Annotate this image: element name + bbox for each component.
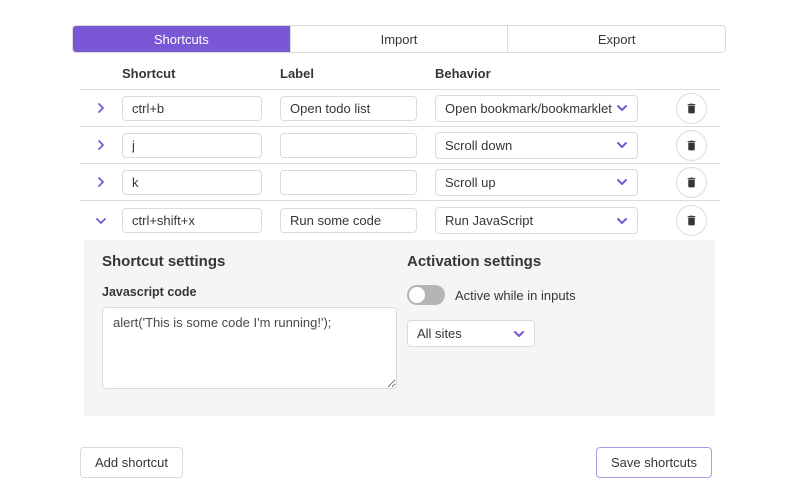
trash-icon <box>685 102 698 115</box>
sites-select[interactable]: All sites <box>407 320 535 347</box>
javascript-code-textarea[interactable]: alert('This is some code I'm running!'); <box>102 307 397 389</box>
table-header-row: Shortcut Label Behavior <box>80 53 720 90</box>
column-header-label: Label <box>280 66 435 81</box>
behavior-select-value: Scroll down <box>445 138 512 153</box>
table-row: Scroll down <box>80 127 720 164</box>
label-input[interactable] <box>280 133 417 158</box>
table-row-expanded: Run JavaScript <box>80 201 720 240</box>
add-shortcut-button[interactable]: Add shortcut <box>80 447 183 478</box>
chevron-down-icon <box>616 176 628 188</box>
behavior-select[interactable]: Run JavaScript <box>435 207 638 234</box>
shortcut-settings-title: Shortcut settings <box>102 253 407 270</box>
tab-shortcuts[interactable]: Shortcuts <box>73 26 291 52</box>
table-row: Scroll up <box>80 164 720 201</box>
chevron-down-icon <box>95 215 107 227</box>
shortcut-input[interactable] <box>122 208 262 233</box>
chevron-down-icon <box>616 139 628 151</box>
shortcut-input[interactable] <box>122 133 262 158</box>
chevron-down-icon <box>616 215 628 227</box>
shortcut-settings-panel: Shortcut settings Javascript code alert(… <box>84 240 715 416</box>
delete-row-button[interactable] <box>676 205 707 236</box>
tab-bar: Shortcuts Import Export <box>72 25 726 53</box>
label-input[interactable] <box>280 96 417 121</box>
expand-row-button[interactable] <box>90 134 112 156</box>
expand-row-button[interactable] <box>90 97 112 119</box>
active-while-in-inputs-toggle[interactable] <box>407 285 445 305</box>
shortcut-input[interactable] <box>122 170 262 195</box>
delete-row-button[interactable] <box>676 93 707 124</box>
javascript-code-label: Javascript code <box>102 285 407 299</box>
chevron-right-icon <box>95 176 107 188</box>
behavior-select-value: Open bookmark/bookmarklet in cu <box>445 101 616 116</box>
behavior-select-value: Run JavaScript <box>445 213 533 228</box>
tab-import[interactable]: Import <box>291 26 509 52</box>
save-shortcuts-button[interactable]: Save shortcuts <box>596 447 712 478</box>
toggle-knob <box>409 287 425 303</box>
column-header-shortcut: Shortcut <box>122 66 280 81</box>
chevron-down-icon <box>513 328 525 340</box>
label-input[interactable] <box>280 208 417 233</box>
sites-select-value: All sites <box>417 326 462 341</box>
shortkeys-options-page: Shortcuts Import Export Shortcut Label B… <box>0 0 800 500</box>
label-input[interactable] <box>280 170 417 195</box>
behavior-select[interactable]: Scroll up <box>435 169 638 196</box>
active-while-in-inputs-label: Active while in inputs <box>455 288 576 303</box>
activation-settings-title: Activation settings <box>407 253 697 270</box>
delete-row-button[interactable] <box>676 130 707 161</box>
collapse-row-button[interactable] <box>90 210 112 232</box>
chevron-down-icon <box>616 102 628 114</box>
chevron-right-icon <box>95 139 107 151</box>
expand-row-button[interactable] <box>90 171 112 193</box>
trash-icon <box>685 176 698 189</box>
trash-icon <box>685 139 698 152</box>
shortcut-input[interactable] <box>122 96 262 121</box>
shortcuts-table: Shortcut Label Behavior Op <box>80 53 720 240</box>
behavior-select-value: Scroll up <box>445 175 496 190</box>
trash-icon <box>685 214 698 227</box>
delete-row-button[interactable] <box>676 167 707 198</box>
tab-export[interactable]: Export <box>508 26 725 52</box>
table-row: Open bookmark/bookmarklet in cu <box>80 90 720 127</box>
column-header-behavior: Behavior <box>435 66 640 81</box>
behavior-select[interactable]: Open bookmark/bookmarklet in cu <box>435 95 638 122</box>
chevron-right-icon <box>95 102 107 114</box>
behavior-select[interactable]: Scroll down <box>435 132 638 159</box>
